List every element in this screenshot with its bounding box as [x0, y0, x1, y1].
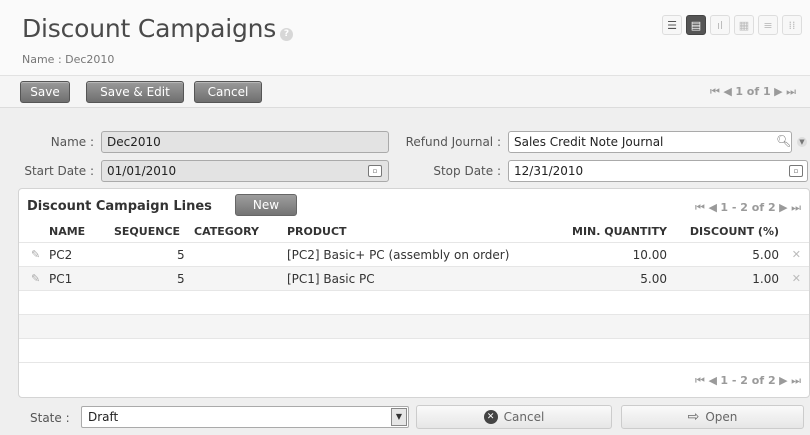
chevron-down-icon[interactable]: ▼	[391, 408, 407, 426]
cell-name: PC1	[49, 272, 73, 286]
col-sequence[interactable]: SEQUENCE	[114, 225, 180, 238]
pager-first-icon[interactable]: ⏮	[710, 85, 720, 98]
delete-icon[interactable]: ✕	[792, 248, 801, 261]
start-date-field[interactable]: 01/01/2010	[101, 160, 389, 182]
col-product[interactable]: PRODUCT	[287, 225, 347, 238]
col-category[interactable]: CATEGORY	[194, 225, 259, 238]
state-select[interactable]: Draft ▼	[81, 406, 409, 428]
cell-sequence: 5	[177, 248, 185, 262]
cell-discount: 5.00	[752, 248, 779, 262]
table-row[interactable]: ✎ PC2 5 [PC2] Basic+ PC (assembly on ord…	[19, 242, 809, 266]
empty-row	[19, 338, 809, 362]
record-pager: ⏮ ◀ 1 of 1 ▶ ⏭	[710, 85, 796, 99]
new-line-button[interactable]: New	[235, 194, 297, 216]
save-button[interactable]: Save	[20, 81, 70, 103]
arrow-right-icon: ⇨	[687, 409, 700, 425]
table-header: NAME SEQUENCE CATEGORY PRODUCT MIN. QUAN…	[19, 221, 809, 241]
cell-min-quantity: 10.00	[632, 248, 667, 262]
pager-first-icon[interactable]: ⏮	[695, 201, 705, 214]
diagram-view-icon[interactable]: ⁞⁞	[782, 15, 802, 35]
state-label: State :	[30, 411, 70, 425]
table-row[interactable]: ✎ PC1 5 [PC1] Basic PC 5.00 1.00 ✕	[19, 266, 809, 290]
pencil-icon[interactable]: ✎	[31, 248, 40, 261]
stop-date-field[interactable]: 12/31/2010	[508, 160, 808, 182]
name-label: Name :	[50, 135, 94, 149]
pager-prev-icon[interactable]: ◀	[708, 201, 716, 214]
pager-last-icon[interactable]: ⏭	[791, 374, 801, 387]
cancel-button[interactable]: Cancel	[194, 81, 262, 103]
cell-min-quantity: 5.00	[640, 272, 667, 286]
form-toolbar: Save Save & Edit Cancel ⏮ ◀ 1 of 1 ▶ ⏭	[0, 75, 810, 108]
pager-prev-icon[interactable]: ◀	[708, 374, 716, 387]
help-icon[interactable]: ?	[280, 28, 293, 41]
lines-title: Discount Campaign Lines	[27, 199, 212, 214]
cell-product: [PC2] Basic+ PC (assembly on order)	[287, 248, 510, 262]
pager-next-icon[interactable]: ▶	[774, 85, 782, 98]
cell-sequence: 5	[177, 272, 185, 286]
empty-row	[19, 290, 809, 314]
pager-last-icon[interactable]: ⏭	[791, 201, 801, 214]
col-discount[interactable]: DISCOUNT (%)	[690, 225, 779, 238]
list-view-icon[interactable]: ☰	[662, 15, 682, 35]
pager-last-icon[interactable]: ⏭	[786, 85, 796, 98]
cancel-circle-icon: ✕	[483, 410, 498, 424]
pager-next-icon[interactable]: ▶	[779, 374, 787, 387]
stop-date-label: Stop Date :	[433, 164, 501, 178]
calendar-icon[interactable]: ▫	[789, 165, 803, 177]
start-date-label: Start Date :	[24, 164, 94, 178]
lines-pager: ⏮ ◀ 1 - 2 of 2 ▶ ⏭	[695, 201, 801, 215]
form-body: Name : Dec2010 Refund Journal : Sales Cr…	[0, 108, 810, 435]
empty-row	[19, 362, 809, 363]
save-and-edit-button[interactable]: Save & Edit	[86, 81, 184, 103]
pager-next-icon[interactable]: ▶	[779, 201, 787, 214]
state-value: Draft	[88, 410, 119, 424]
refund-journal-field[interactable]: Sales Credit Note Journal	[508, 131, 792, 153]
open-label: Open	[705, 410, 738, 424]
cancel-state-label: Cancel	[503, 410, 545, 424]
name-field[interactable]: Dec2010	[101, 131, 389, 153]
lines-pager-status: 1 - 2 of 2	[720, 201, 776, 214]
pager-first-icon[interactable]: ⏮	[695, 374, 705, 387]
refund-journal-label: Refund Journal :	[405, 135, 501, 149]
col-min-quantity[interactable]: MIN. QUANTITY	[572, 225, 667, 238]
delete-icon[interactable]: ✕	[792, 272, 801, 285]
empty-row	[19, 314, 809, 338]
page-title: Discount Campaigns	[22, 14, 277, 43]
open-button[interactable]: ⇨ Open	[621, 405, 804, 429]
search-icon[interactable]: 🔍︎	[776, 134, 791, 148]
lines-pager-status: 1 - 2 of 2	[720, 374, 776, 387]
campaign-lines-panel: Discount Campaign Lines New ⏮ ◀ 1 - 2 of…	[18, 188, 810, 398]
pager-prev-icon[interactable]: ◀	[723, 85, 731, 98]
cell-name: PC2	[49, 248, 73, 262]
cancel-state-button[interactable]: ✕ Cancel	[416, 405, 612, 429]
chevron-down-icon[interactable]: ▼	[797, 137, 807, 147]
page-header: Discount Campaigns ? Name : Dec2010 ☰ ▤ …	[0, 0, 810, 75]
view-switcher: ☰ ▤ ıl ▦ ≡ ⁞⁞	[662, 15, 802, 35]
pager-status: 1 of 1	[735, 85, 771, 98]
record-subtitle: Name : Dec2010	[22, 53, 115, 66]
gantt-view-icon[interactable]: ≡	[758, 15, 778, 35]
lines-pager-bottom: ⏮ ◀ 1 - 2 of 2 ▶ ⏭	[695, 374, 801, 388]
cell-discount: 1.00	[752, 272, 779, 286]
calendar-icon[interactable]: ▫	[368, 165, 382, 177]
pencil-icon[interactable]: ✎	[31, 272, 40, 285]
graph-view-icon[interactable]: ıl	[710, 15, 730, 35]
calendar-view-icon[interactable]: ▦	[734, 15, 754, 35]
form-view-icon[interactable]: ▤	[686, 15, 706, 35]
cell-product: [PC1] Basic PC	[287, 272, 375, 286]
col-name[interactable]: NAME	[49, 225, 85, 238]
